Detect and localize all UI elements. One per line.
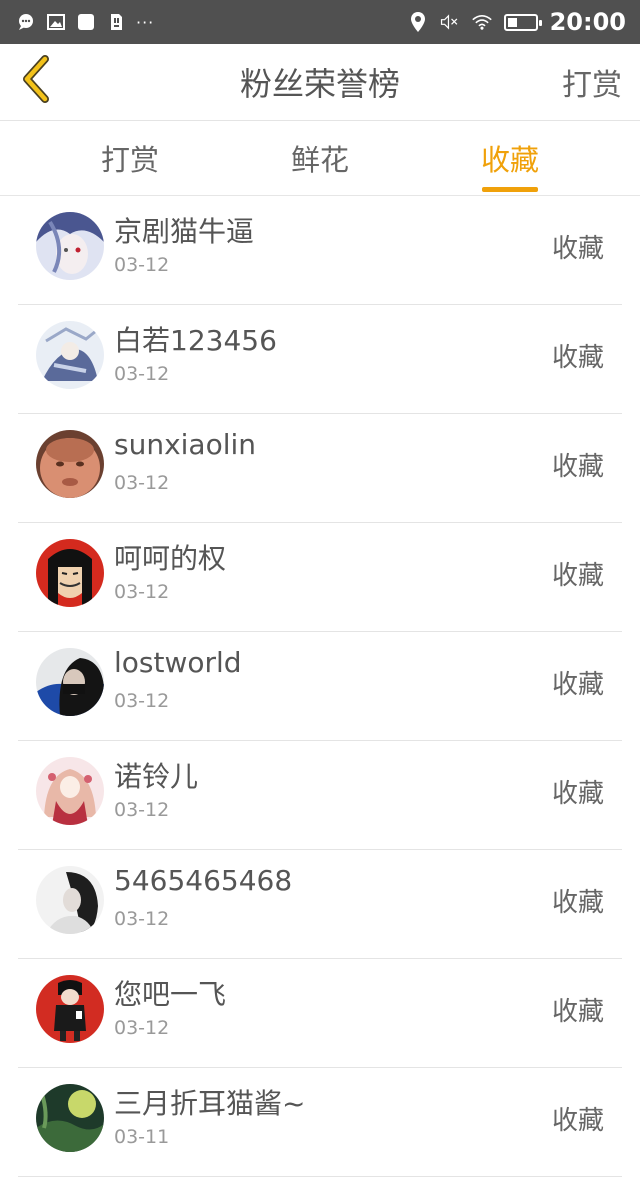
avatar xyxy=(36,975,104,1043)
avatar xyxy=(36,648,104,716)
tab-bar: 打赏 鲜花 收藏 xyxy=(0,121,640,196)
page-title: 粉丝荣誉榜 xyxy=(239,65,400,103)
user-name: 5465465468 xyxy=(114,864,293,897)
avatar xyxy=(36,539,104,607)
item-type: 收藏 xyxy=(551,669,604,700)
list-item[interactable]: lostworld 03-12 收藏 xyxy=(18,632,622,741)
item-date: 03-12 xyxy=(114,908,170,930)
list-item[interactable]: 诺铃儿 03-12 收藏 xyxy=(18,741,622,850)
list-item[interactable]: 白若123456 03-12 收藏 xyxy=(18,305,622,414)
avatar xyxy=(36,321,104,389)
user-name: 三月折耳猫酱~ xyxy=(114,1087,306,1120)
active-tab-indicator xyxy=(482,187,538,192)
item-date: 03-12 xyxy=(114,363,170,385)
list-item[interactable]: 5465465468 03-12 收藏 xyxy=(18,850,622,959)
item-type: 收藏 xyxy=(551,887,604,918)
item-date: 03-12 xyxy=(114,254,170,276)
tab-flowers[interactable]: 鲜花 xyxy=(260,121,380,195)
user-name: 京剧猫牛逼 xyxy=(114,215,255,248)
app-notification-icon xyxy=(76,12,96,32)
wifi-icon xyxy=(471,12,492,32)
location-icon xyxy=(408,12,428,32)
list-item[interactable]: 您吧一飞 03-12 收藏 xyxy=(18,959,622,1068)
reward-button[interactable]: 打赏 xyxy=(562,44,622,120)
item-type: 收藏 xyxy=(551,778,604,809)
list-item[interactable]: 京剧猫牛逼 03-12 收藏 xyxy=(18,196,622,305)
mute-icon xyxy=(440,12,460,32)
item-type: 收藏 xyxy=(551,560,604,591)
item-date: 03-12 xyxy=(114,472,170,494)
chat-notification-icon xyxy=(16,12,36,32)
list-item[interactable]: sunxiaolin 03-12 收藏 xyxy=(18,414,622,523)
item-type: 收藏 xyxy=(551,1105,604,1136)
user-name: 诺铃儿 xyxy=(114,760,199,793)
avatar xyxy=(36,757,104,825)
item-type: 收藏 xyxy=(551,342,604,373)
tab-reward[interactable]: 打赏 xyxy=(70,121,190,195)
chevron-left-icon xyxy=(19,55,53,107)
app-header: 粉丝荣誉榜 打赏 xyxy=(0,44,640,121)
item-date: 03-12 xyxy=(114,690,170,712)
image-notification-icon xyxy=(46,12,66,32)
item-date: 03-12 xyxy=(114,1017,170,1039)
item-date: 03-12 xyxy=(114,581,170,603)
sim-card-icon xyxy=(106,12,126,32)
avatar xyxy=(36,866,104,934)
status-bar: ··· 20:00 xyxy=(0,0,640,44)
tab-favorites[interactable]: 收藏 xyxy=(450,121,570,195)
avatar xyxy=(36,212,104,280)
item-type: 收藏 xyxy=(551,233,604,264)
user-name: lostworld xyxy=(114,646,242,679)
item-date: 03-11 xyxy=(114,1126,170,1148)
status-time: 20:00 xyxy=(549,8,626,36)
avatar xyxy=(36,430,104,498)
battery-icon xyxy=(503,13,542,31)
avatar xyxy=(36,1084,104,1152)
user-name: 白若123456 xyxy=(114,324,277,357)
user-name: sunxiaolin xyxy=(114,428,257,461)
more-notifications-indicator: ··· xyxy=(136,12,155,32)
user-name: 呵呵的权 xyxy=(114,542,227,575)
item-date: 03-12 xyxy=(114,799,170,821)
user-name: 您吧一飞 xyxy=(114,978,227,1011)
back-button[interactable] xyxy=(14,55,58,107)
fan-list: 京剧猫牛逼 03-12 收藏 白若123456 03-12 收藏 sunxiao… xyxy=(0,196,640,1177)
item-type: 收藏 xyxy=(551,996,604,1027)
item-type: 收藏 xyxy=(551,451,604,482)
list-item[interactable]: 三月折耳猫酱~ 03-11 收藏 xyxy=(18,1068,622,1177)
list-item[interactable]: 呵呵的权 03-12 收藏 xyxy=(18,523,622,632)
